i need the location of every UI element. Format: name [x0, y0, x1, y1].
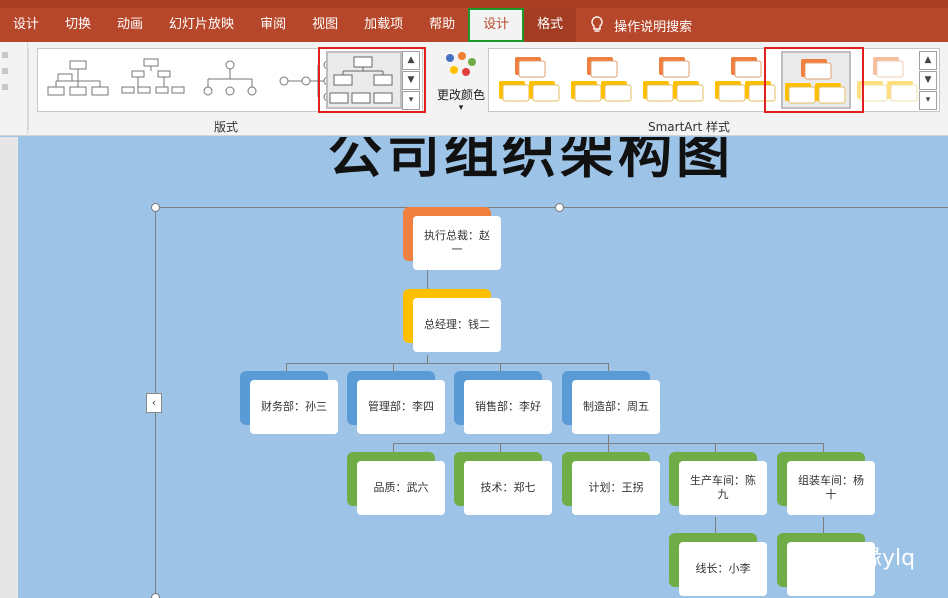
ribbon-left-stub: [0, 42, 28, 136]
text-pane-toggle[interactable]: ‹: [146, 393, 162, 413]
layout-highlight-box: [318, 47, 426, 113]
node-label: 品质：武六: [357, 461, 445, 515]
styles-scroll-up-button[interactable]: ▲: [919, 51, 937, 70]
connector: [823, 517, 824, 533]
smartart-styles-gallery: ▲ ▼ ▾: [488, 48, 940, 112]
node-label: 销售部：李好: [464, 380, 552, 434]
node-label: 总经理：钱二: [413, 298, 501, 352]
name-title-layout-icon: [121, 58, 185, 94]
node-label: 执行总裁：赵一: [413, 216, 501, 270]
title-bar-strip: [0, 0, 948, 8]
style-preview-icon: [499, 57, 560, 102]
layout-option-org-chart[interactable]: [42, 51, 114, 109]
wechat-icon: [792, 543, 826, 567]
watermark: 情缘ylq: [790, 540, 915, 572]
styles-group-label: SmartArt 样式: [648, 120, 730, 134]
resize-handle-top-center[interactable]: [555, 203, 564, 212]
connector: [608, 435, 609, 443]
connector: [715, 517, 716, 533]
layout-option-name-title[interactable]: [118, 51, 190, 109]
change-colors-label: 更改颜色: [436, 88, 485, 102]
node-label: 技术：郑七: [464, 461, 552, 515]
resize-handle-top-left[interactable]: [151, 203, 160, 212]
node-label: 生产车间：陈九: [679, 461, 767, 515]
tab-view[interactable]: 视图: [299, 8, 351, 42]
styles-scroll-down-button[interactable]: ▼: [919, 71, 937, 90]
resize-handle-bottom-left[interactable]: [151, 593, 160, 598]
ribbon-tabs: 设计 切换 动画 幻灯片放映 审阅 视图 加载项 帮助 设计 格式 操作说明搜索: [0, 8, 692, 42]
node-label: 制造部：周五: [572, 380, 660, 434]
layouts-group-label: 版式: [214, 120, 239, 134]
tab-animations[interactable]: 动画: [104, 8, 156, 42]
style-preview-icon: [857, 57, 918, 102]
tab-help[interactable]: 帮助: [416, 8, 468, 42]
group-divider: [28, 48, 29, 130]
connector: [427, 355, 428, 363]
tab-review[interactable]: 审阅: [247, 8, 299, 42]
styles-scroll: ▲ ▼ ▾: [919, 51, 937, 110]
tell-me-label: 操作说明搜索: [614, 19, 693, 35]
palette-icon: [446, 52, 476, 82]
slide-thumbnail-pane-edge[interactable]: [0, 137, 18, 598]
smartart-style-option[interactable]: [569, 51, 633, 109]
chevron-down-icon: ▾: [458, 103, 464, 113]
tab-addins[interactable]: 加载项: [351, 8, 416, 42]
tab-smartart-format[interactable]: 格式: [524, 8, 577, 42]
style-preview-icon: [571, 57, 632, 102]
tab-design[interactable]: 设计: [0, 8, 52, 42]
change-colors-button[interactable]: 更改颜色 ▾: [432, 50, 490, 126]
lightbulb-icon: [591, 16, 603, 32]
ribbon: ▲ ▼ ▾ 版式 更改颜色 ▾ ▲ ▼ ▾ SmartArt 样式: [0, 42, 948, 136]
org-chart-layout-icon: [47, 60, 109, 96]
style-preview-icon: [643, 57, 704, 102]
tab-slideshow[interactable]: 幻灯片放映: [156, 8, 247, 42]
tab-transitions[interactable]: 切换: [52, 8, 104, 42]
node-label: 计划：王拐: [572, 461, 660, 515]
node-label: 管理部：李四: [357, 380, 445, 434]
node-label: 线长：小李: [679, 542, 767, 596]
circle-hierarchy-layout-icon: [203, 60, 257, 96]
smartart-style-option[interactable]: [855, 51, 919, 109]
node-label: 财务部：孙三: [250, 380, 338, 434]
more-styles-button[interactable]: ▾: [919, 91, 937, 110]
connector: [286, 363, 608, 364]
watermark-text: 情缘ylq: [838, 546, 916, 571]
tell-me-search[interactable]: 操作说明搜索: [590, 16, 692, 35]
tab-smartart-design[interactable]: 设计: [468, 8, 525, 42]
smartart-style-option[interactable]: [497, 51, 561, 109]
node-label: 组装车间：杨十: [787, 461, 875, 515]
smartart-style-option[interactable]: [641, 51, 705, 109]
style-highlight-box: [764, 47, 864, 113]
layout-option-circle-hierarchy[interactable]: [194, 51, 266, 109]
slide-canvas[interactable]: 公司组织架构图 ‹ 执行总裁：赵一 总经理：钱二财务部：孙三 管理部：李四 销售部：李…: [18, 137, 948, 598]
slide-title[interactable]: 公司组织架构图: [328, 137, 734, 188]
